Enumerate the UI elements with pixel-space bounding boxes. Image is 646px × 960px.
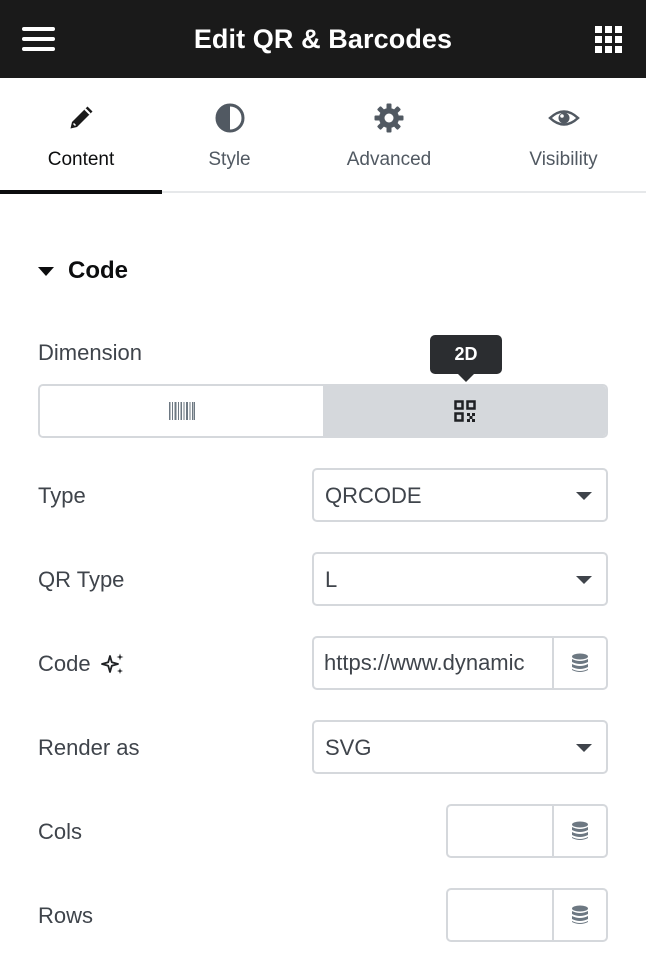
tab-content[interactable]: Content <box>0 78 162 194</box>
qr-type-select-value: L <box>325 567 338 592</box>
dimension-1d-button[interactable] <box>40 386 323 436</box>
dynamic-tags-button[interactable] <box>554 806 606 856</box>
eye-icon <box>547 110 580 126</box>
section-toggle-code[interactable]: Code <box>38 257 128 285</box>
tab-label: Visibility <box>529 149 598 170</box>
caret-down-icon <box>38 266 54 276</box>
dynamic-tags-button[interactable] <box>554 890 606 940</box>
gear-icon <box>374 103 404 133</box>
code-label-row: Code <box>38 651 125 677</box>
render-as-select-value: SVG <box>325 735 372 760</box>
caret-down-icon <box>576 492 592 500</box>
dimension-2d-button[interactable] <box>323 386 606 436</box>
section-title: Code <box>68 257 128 284</box>
type-label: Type <box>38 483 86 508</box>
database-icon <box>572 821 588 840</box>
dimension-toggle <box>38 384 608 438</box>
cols-field <box>446 804 608 858</box>
dimension-tooltip: 2D <box>430 335 502 374</box>
tab-visibility[interactable]: Visibility <box>481 78 646 191</box>
tab-style[interactable]: Style <box>162 78 297 191</box>
cols-input[interactable] <box>448 806 554 856</box>
database-icon <box>572 905 588 924</box>
grid-icon[interactable] <box>595 26 622 53</box>
qr-type-label: QR Type <box>38 567 125 592</box>
tab-advanced[interactable]: Advanced <box>297 78 481 191</box>
panel-header: Edit QR & Barcodes <box>0 0 646 78</box>
tab-label: Advanced <box>346 149 432 170</box>
code-field <box>312 636 608 690</box>
cols-label: Cols <box>38 819 83 844</box>
rows-label: Rows <box>38 903 94 928</box>
type-select[interactable]: QRCODE <box>312 468 608 522</box>
rows-field <box>446 888 608 942</box>
rows-input[interactable] <box>448 890 554 940</box>
caret-down-icon <box>576 576 592 584</box>
code-label: Code <box>38 651 91 676</box>
hamburger-menu-icon[interactable] <box>22 27 55 51</box>
dynamic-tags-button[interactable] <box>554 638 606 688</box>
tab-label: Content <box>47 149 115 170</box>
editor-tabs: Content Style Advanced Visibility <box>0 78 646 194</box>
barcode-1d-icon <box>168 402 195 420</box>
database-icon <box>572 653 588 672</box>
pencil-icon <box>70 106 93 129</box>
type-select-value: QRCODE <box>325 483 422 508</box>
qr-type-select[interactable]: L <box>312 552 608 606</box>
tab-label: Style <box>208 149 251 170</box>
sparkle-icon[interactable] <box>100 652 125 676</box>
dimension-label: Dimension <box>38 340 142 365</box>
code-input[interactable] <box>314 638 554 688</box>
render-as-select[interactable]: SVG <box>312 720 608 774</box>
panel-title: Edit QR & Barcodes <box>193 23 453 54</box>
qr-2d-icon <box>453 400 476 422</box>
render-as-label: Render as <box>38 735 140 760</box>
contrast-icon <box>215 103 244 133</box>
caret-down-icon <box>576 744 592 752</box>
